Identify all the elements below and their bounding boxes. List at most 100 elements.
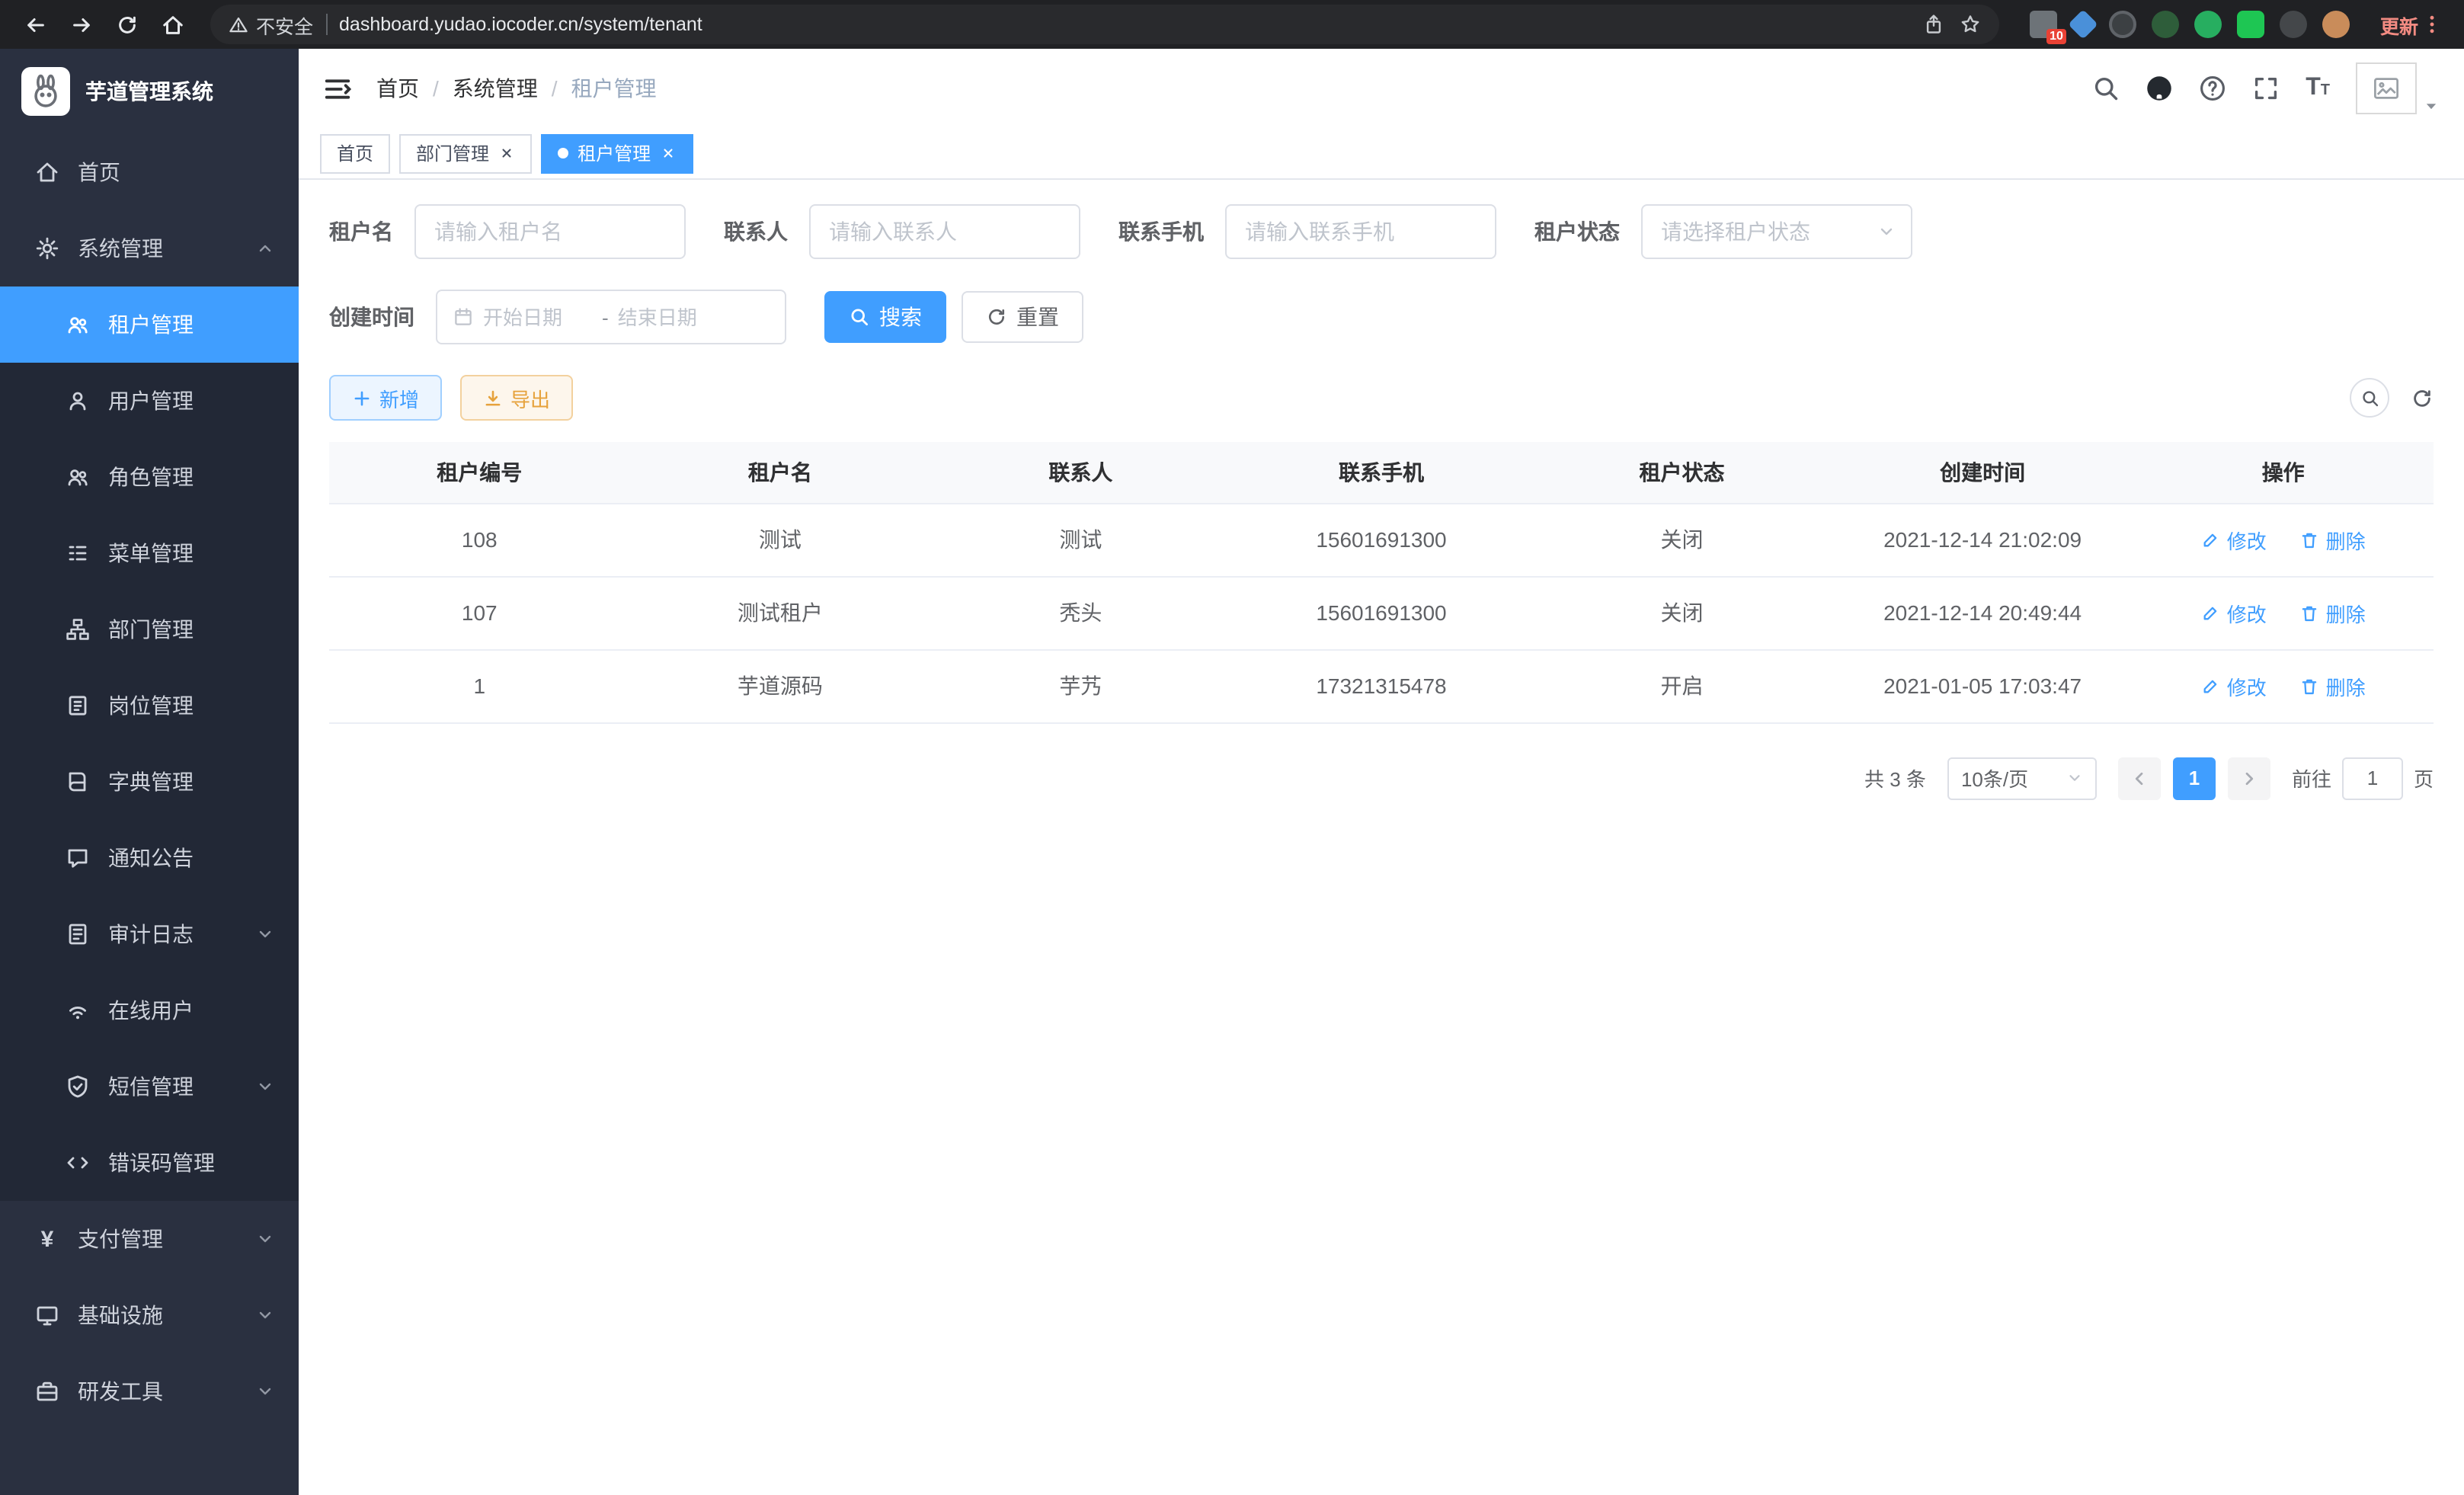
collapse-sidebar-icon[interactable]: [323, 74, 352, 103]
breadcrumb-item-system[interactable]: 系统管理: [453, 73, 538, 104]
cell-actions: 修改 删除: [2133, 503, 2434, 576]
show-search-button[interactable]: [2350, 378, 2389, 418]
sidebar-item-post-management[interactable]: 岗位管理: [0, 667, 299, 744]
cell-created: 2021-12-14 21:02:09: [1832, 503, 2133, 576]
sidebar-item-infrastructure[interactable]: 基础设施: [0, 1277, 299, 1353]
end-date-input[interactable]: [618, 306, 728, 328]
col-created: 创建时间: [1832, 442, 2133, 503]
status-select[interactable]: 请选择租户状态: [1641, 204, 1912, 259]
extensions-puzzle-icon[interactable]: [2280, 11, 2307, 38]
sidebar-item-label: 部门管理: [108, 614, 194, 645]
edit-button[interactable]: 修改: [2201, 671, 2267, 700]
sidebar-item-user-management[interactable]: 用户管理: [0, 363, 299, 439]
sidebar-item-label: 首页: [78, 157, 120, 187]
delete-button[interactable]: 删除: [2300, 671, 2366, 700]
browser-home-icon[interactable]: [152, 5, 192, 44]
tab-department-management[interactable]: 部门管理: [399, 133, 532, 173]
search-icon[interactable]: [2092, 75, 2120, 102]
cell-name: 测试: [630, 503, 931, 576]
contact-input[interactable]: [809, 204, 1080, 259]
sidebar-item-sms-management[interactable]: 短信管理: [0, 1048, 299, 1125]
logo[interactable]: 芋道管理系统: [0, 49, 299, 134]
extension-icon-2[interactable]: [2068, 9, 2098, 40]
sidebar-item-error-code-management[interactable]: 错误码管理: [0, 1125, 299, 1201]
sidebar-item-dev-tools[interactable]: 研发工具: [0, 1353, 299, 1429]
address-bar[interactable]: 不安全 dashboard.yudao.iocoder.cn/system/te…: [210, 5, 1999, 44]
sidebar-item-tenant-management[interactable]: 租户管理: [0, 287, 299, 363]
sidebar-item-role-management[interactable]: 角色管理: [0, 439, 299, 515]
date-range-picker[interactable]: -: [436, 290, 786, 344]
create-time-label: 创建时间: [329, 302, 414, 332]
export-button[interactable]: 导出: [460, 375, 573, 421]
sidebar-item-audit-log[interactable]: 审计日志: [0, 896, 299, 972]
cell-status: 关闭: [1531, 503, 1832, 576]
refresh-table-button[interactable]: [2411, 386, 2434, 409]
help-icon[interactable]: [2199, 75, 2226, 102]
goto-page-input[interactable]: [2342, 757, 2403, 799]
security-warning[interactable]: 不安全: [229, 10, 313, 39]
delete-button[interactable]: 删除: [2300, 598, 2366, 627]
active-tab-dot: [558, 148, 568, 158]
edit-button[interactable]: 修改: [2201, 525, 2267, 554]
browser-menu-icon[interactable]: [2421, 14, 2443, 35]
forward-icon[interactable]: [61, 5, 101, 44]
tab-label: 部门管理: [416, 140, 489, 166]
close-icon[interactable]: [498, 145, 515, 162]
phone-label: 联系手机: [1118, 216, 1204, 247]
back-icon[interactable]: [15, 5, 55, 44]
extension-icon-3[interactable]: [2109, 11, 2136, 38]
user-avatar[interactable]: [2356, 62, 2440, 114]
breadcrumb-item-tenant: 租户管理: [571, 73, 657, 104]
share-icon[interactable]: [1923, 14, 1944, 35]
edit-pencil-icon: [2201, 603, 2221, 623]
goto-page: 前往 页: [2292, 757, 2434, 799]
add-button[interactable]: 新增: [329, 375, 442, 421]
bookmark-star-icon[interactable]: [1960, 14, 1981, 35]
extension-icon-6[interactable]: [2237, 11, 2264, 38]
extensions-bar: 10: [2018, 11, 2362, 38]
sidebar-item-dict-management[interactable]: 字典管理: [0, 744, 299, 820]
font-size-icon[interactable]: TT: [2306, 76, 2330, 101]
extension-icon-4[interactable]: [2152, 11, 2179, 38]
sidebar-item-label: 系统管理: [78, 233, 163, 264]
github-icon[interactable]: [2146, 75, 2173, 102]
tab-home[interactable]: 首页: [320, 133, 390, 173]
chrome-update-button[interactable]: 更新: [2368, 7, 2449, 42]
delete-button[interactable]: 删除: [2300, 525, 2366, 554]
search-button[interactable]: 搜索: [824, 291, 946, 343]
tab-tenant-management[interactable]: 租户管理: [541, 133, 693, 173]
start-date-input[interactable]: [483, 306, 593, 328]
phone-input[interactable]: [1225, 204, 1496, 259]
extension-icon-5[interactable]: [2194, 11, 2222, 38]
filters-row-2: 创建时间 - 搜索: [329, 290, 2434, 344]
chevron-down-icon: [256, 1382, 274, 1401]
page-size-select[interactable]: 10条/页: [1947, 757, 2097, 799]
sidebar-item-payment-management[interactable]: ¥ 支付管理: [0, 1201, 299, 1277]
sidebar-item-home[interactable]: 首页: [0, 134, 299, 210]
prev-page-button[interactable]: [2118, 757, 2161, 799]
sidebar-item-notice[interactable]: 通知公告: [0, 820, 299, 896]
reload-icon[interactable]: [107, 5, 146, 44]
tenant-name-input[interactable]: [414, 204, 686, 259]
chevron-down-icon: [2066, 770, 2083, 786]
sidebar-item-system-management[interactable]: 系统管理: [0, 210, 299, 287]
reset-button[interactable]: 重置: [962, 291, 1083, 343]
profile-avatar-icon[interactable]: [2322, 11, 2350, 38]
sidebar-item-label: 短信管理: [108, 1071, 194, 1102]
next-page-button[interactable]: [2228, 757, 2270, 799]
cell-created: 2021-01-05 17:03:47: [1832, 649, 2133, 722]
page-number-1[interactable]: 1: [2173, 757, 2216, 799]
fullscreen-icon[interactable]: [2252, 75, 2280, 102]
sidebar-item-menu-management[interactable]: 菜单管理: [0, 515, 299, 591]
chrome-update-label: 更新: [2380, 10, 2418, 39]
chevron-down-icon: [256, 925, 274, 943]
url-text[interactable]: dashboard.yudao.iocoder.cn/system/tenant: [339, 14, 1911, 35]
edit-button[interactable]: 修改: [2201, 598, 2267, 627]
sidebar-item-department-management[interactable]: 部门管理: [0, 591, 299, 667]
extension-icon-1[interactable]: 10: [2030, 11, 2057, 38]
refresh-icon: [986, 306, 1007, 328]
table-row: 107 测试租户 秃头 15601691300 关闭 2021-12-14 20…: [329, 576, 2434, 649]
sidebar-item-online-users[interactable]: 在线用户: [0, 972, 299, 1048]
close-icon[interactable]: [660, 145, 677, 162]
breadcrumb-item-home[interactable]: 首页: [376, 73, 419, 104]
